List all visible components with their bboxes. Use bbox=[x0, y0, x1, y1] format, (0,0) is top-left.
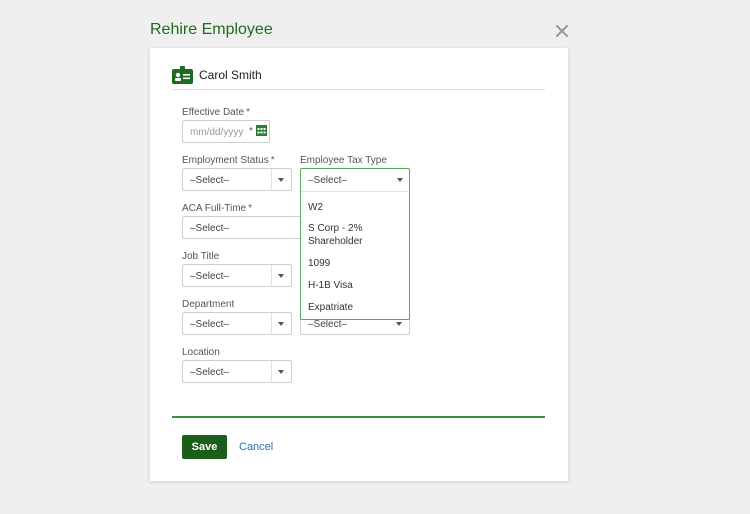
chevron-down-icon bbox=[278, 370, 284, 374]
calendar-icon[interactable] bbox=[256, 125, 267, 136]
effective-date-label: Effective Date * bbox=[182, 107, 250, 118]
save-button[interactable]: Save bbox=[182, 435, 227, 459]
dialog-title: Rehire Employee bbox=[150, 21, 273, 38]
cancel-link[interactable]: Cancel bbox=[239, 441, 273, 453]
employee-tax-type-select[interactable]: –Select– bbox=[301, 169, 409, 192]
effective-date-input[interactable]: mm/dd/yyyy * bbox=[182, 120, 270, 143]
department-label: Department bbox=[182, 299, 235, 310]
chevron-down-icon bbox=[397, 178, 403, 182]
employee-tax-type-label: Employee Tax Type bbox=[300, 155, 387, 166]
chevron-down-icon bbox=[278, 178, 284, 182]
chevron-down-icon bbox=[396, 322, 402, 326]
employment-status-select[interactable]: –Select– bbox=[182, 168, 292, 191]
required-mark: * bbox=[246, 107, 250, 118]
tax-type-option-1099[interactable]: 1099 bbox=[308, 257, 404, 270]
job-title-label: Job Title bbox=[182, 251, 220, 262]
tax-type-option-w2[interactable]: W2 bbox=[308, 201, 404, 214]
chevron-down-icon bbox=[278, 322, 284, 326]
required-mark: * bbox=[249, 126, 253, 137]
aca-full-time-select[interactable]: –Select– bbox=[182, 216, 306, 239]
tax-type-option-h1b[interactable]: H-1B Visa bbox=[308, 279, 404, 292]
aca-full-time-label: ACA Full-Time * bbox=[182, 203, 252, 214]
close-button[interactable] bbox=[554, 23, 570, 39]
rehire-form-card: Carol Smith Effective Date * mm/dd/yyyy *… bbox=[150, 48, 568, 481]
employment-status-label: Employment Status * bbox=[182, 155, 275, 166]
form-divider bbox=[172, 416, 545, 418]
tax-type-option-expatriate[interactable]: Expatriate bbox=[308, 301, 404, 314]
chevron-down-icon bbox=[278, 274, 284, 278]
id-badge-icon bbox=[172, 66, 193, 84]
employee-name: Carol Smith bbox=[199, 68, 262, 82]
close-icon bbox=[556, 25, 568, 37]
effective-date-placeholder: mm/dd/yyyy bbox=[190, 127, 244, 138]
location-label: Location bbox=[182, 347, 220, 358]
department-select[interactable]: –Select– bbox=[182, 312, 292, 335]
required-mark: * bbox=[248, 203, 252, 214]
job-title-select[interactable]: –Select– bbox=[182, 264, 292, 287]
required-mark: * bbox=[270, 155, 275, 166]
employee-header: Carol Smith bbox=[172, 66, 545, 90]
location-select[interactable]: –Select– bbox=[182, 360, 292, 383]
tax-type-option-s-corp[interactable]: S Corp - 2% Shareholder bbox=[308, 222, 404, 248]
employee-tax-type-dropdown[interactable]: –Select– W2 S Corp - 2% Shareholder 1099… bbox=[300, 168, 410, 320]
